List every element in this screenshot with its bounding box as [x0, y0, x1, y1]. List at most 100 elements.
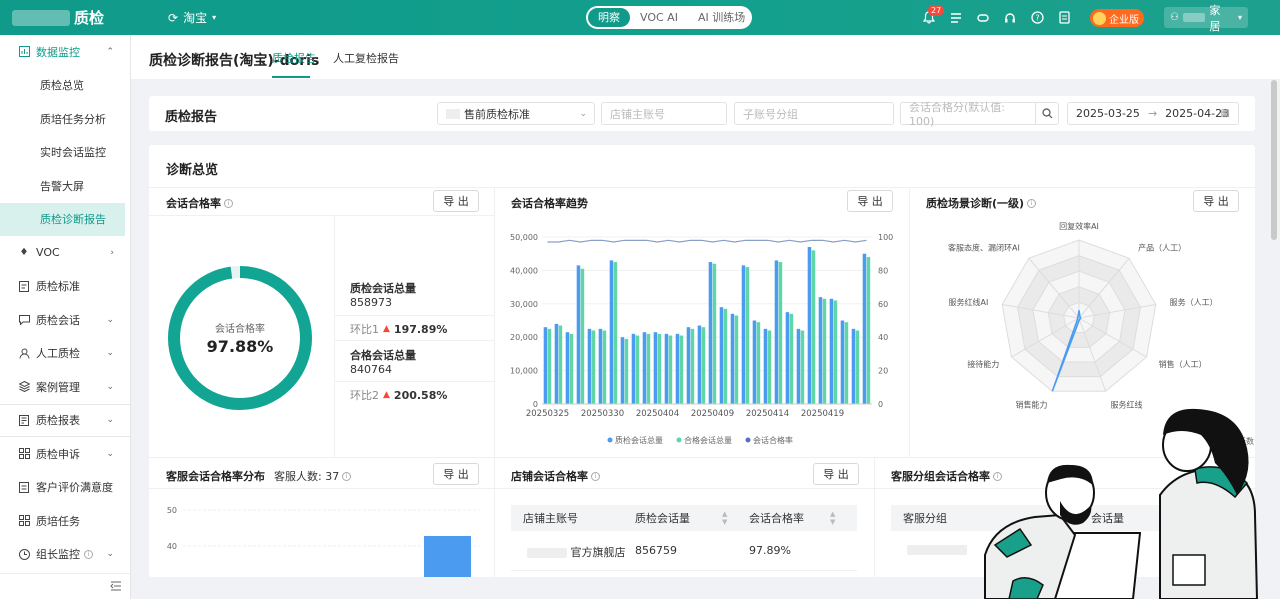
- sidebar-item-realtime-monitor[interactable]: 实时会话监控: [0, 136, 130, 170]
- tab-review-report[interactable]: 人工复检报告: [333, 50, 399, 66]
- bar-pass: [558, 325, 563, 404]
- divider: [494, 488, 874, 489]
- sort-icon[interactable]: ▲ ▼: [722, 510, 727, 526]
- sidebar-item-standard[interactable]: 质检标准: [0, 270, 130, 304]
- date-start: 2025-03-25: [1076, 107, 1140, 120]
- export-button[interactable]: 导 出: [813, 463, 859, 485]
- export-button[interactable]: 导 出: [433, 463, 479, 485]
- pass-score-input[interactable]: 会话合格分(默认值: 100): [900, 101, 1036, 128]
- info-icon[interactable]: i: [1027, 198, 1037, 208]
- bar-total: [620, 337, 625, 404]
- date-range-picker[interactable]: 2025-03-25 → 2025-04-23 ▦: [1067, 102, 1239, 125]
- app-logo[interactable]: 质检: [12, 0, 104, 35]
- sidebar-item-label: 人工质检: [36, 347, 80, 361]
- link-icon[interactable]: [976, 11, 990, 25]
- sidebar-item-voc[interactable]: ♦ VOC ›: [0, 236, 130, 270]
- pass-sessions-label: 合格会话总量: [350, 349, 416, 362]
- user-menu[interactable]: ⚇ 家居 ▾: [1164, 4, 1248, 33]
- y-right-tick-label: 40: [878, 333, 888, 342]
- sidebar-item-diagnosis-report[interactable]: 质检诊断报告: [0, 202, 125, 236]
- col-label: 会话合格率: [749, 512, 804, 525]
- col-session-count[interactable]: 质检会话量 ▲ ▼: [635, 510, 727, 526]
- help-icon[interactable]: ?: [1030, 11, 1044, 25]
- segment-voc-ai[interactable]: VOC AI: [630, 8, 688, 27]
- shop-account-input[interactable]: 店铺主账号: [601, 102, 727, 125]
- y-left-tick-label: 40,000: [510, 266, 538, 275]
- export-button[interactable]: 导 出: [433, 190, 479, 212]
- bar-total: [609, 260, 614, 404]
- sidebar-item-data-monitor[interactable]: 数据监控 ⌃: [0, 35, 130, 69]
- col-pass-rate[interactable]: 会话合格率 ▲ ▼: [749, 510, 835, 526]
- bar-pass: [668, 335, 673, 404]
- sidebar-item-overview[interactable]: 质检总览: [0, 69, 130, 103]
- shop-switcher[interactable]: ⟳ 淘宝 ▾: [168, 0, 216, 35]
- sidebar-item-manual-qc[interactable]: 人工质检 ⌄: [0, 337, 130, 371]
- top-icon-group: 27 ?: [922, 0, 1071, 35]
- bar-total: [851, 328, 856, 404]
- export-button[interactable]: 导 出: [847, 190, 893, 212]
- sidebar-item-leader-monitor[interactable]: 组长监控 i ⌄: [0, 538, 130, 572]
- legend-marker: [607, 437, 613, 443]
- y-left-tick-label: 0: [533, 400, 538, 409]
- col-shop-account[interactable]: 店铺主账号: [523, 510, 578, 526]
- bar-total: [653, 332, 658, 404]
- donut-label: 会话合格率: [215, 324, 265, 335]
- info-icon[interactable]: i: [342, 471, 352, 481]
- export-button[interactable]: 导 出: [1193, 190, 1239, 212]
- line-pass-rate: [547, 239, 867, 243]
- appeal-icon: [18, 448, 30, 460]
- sidebar-item-alert-screen[interactable]: 告警大屏: [0, 169, 130, 203]
- col-label: 质检会话量: [635, 512, 690, 525]
- enterprise-badge[interactable]: 企业版: [1090, 9, 1144, 27]
- chevron-down-icon: ⌄: [106, 549, 114, 560]
- headset-icon[interactable]: [1003, 11, 1017, 25]
- tab-qc-report[interactable]: 质检报告: [272, 50, 316, 66]
- segment-ai-training[interactable]: AI 训练场: [688, 8, 755, 27]
- product-switch: 明察 VOC AI AI 训练场: [586, 6, 752, 29]
- bar-pass: [811, 250, 816, 404]
- x-tick-label: 20250325: [526, 409, 569, 419]
- y-right-tick-label: 60: [878, 300, 888, 309]
- sub-account-group-input[interactable]: 子账号分组: [734, 102, 894, 125]
- shop-cell: 官方旗舰店: [527, 544, 626, 560]
- bar-total: [598, 328, 603, 404]
- collapse-menu-icon[interactable]: [110, 581, 122, 594]
- info-icon[interactable]: i: [224, 198, 233, 208]
- agent-dist-card-title: 客服会话合格率分布 客服人数: 37 i: [166, 468, 352, 484]
- bar-total: [840, 320, 845, 404]
- y-left-tick-label: 50,000: [510, 233, 538, 242]
- bar-total: [708, 262, 713, 404]
- sidebar-item-training-tasks[interactable]: 质培任务: [0, 504, 130, 538]
- y-left-tick-label: 10,000: [510, 367, 538, 376]
- info-icon[interactable]: i: [84, 549, 93, 559]
- info-icon[interactable]: i: [591, 471, 600, 481]
- standard-select[interactable]: 售前质检标准 ⌄: [437, 102, 595, 125]
- sidebar-item-satisfaction[interactable]: 客户评价满意度: [0, 471, 130, 505]
- search-button[interactable]: [1036, 102, 1059, 125]
- col-group[interactable]: 客服分组: [903, 510, 947, 526]
- top-bar: 质检 ⟳ 淘宝 ▾ 明察 VOC AI AI 训练场 27 ? 企业版 ⚇ 家居…: [0, 0, 1280, 35]
- page-scrollbar[interactable]: [1271, 80, 1277, 240]
- bar-total: [664, 333, 669, 404]
- document-icon[interactable]: [1057, 11, 1071, 25]
- sidebar-item-sessions[interactable]: 质检会话 ⌄: [0, 303, 130, 337]
- sidebar-item-training-analysis[interactable]: 质培任务分析: [0, 102, 130, 136]
- sidebar-item-reports[interactable]: 质检报表 ⌄: [0, 403, 130, 437]
- divider: [149, 187, 1255, 188]
- list-icon[interactable]: [949, 11, 963, 25]
- bar-pass: [734, 315, 739, 404]
- x-tick-label: 20250330: [581, 409, 624, 419]
- sidebar-item-appeals[interactable]: 质检申诉 ⌄: [0, 437, 130, 471]
- segment-mingcha[interactable]: 明察: [588, 8, 630, 27]
- sidebar-item-cases[interactable]: 案例管理 ⌄: [0, 370, 130, 404]
- sidebar-item-label: 组长监控: [36, 548, 80, 562]
- up-arrow-icon: ▲: [383, 324, 390, 334]
- sidebar-item-label: VOC: [36, 246, 60, 260]
- blurred-prefix: [446, 108, 460, 119]
- diamond-icon: ♦: [19, 247, 29, 259]
- shop-card-title: 店铺会话合格率 i: [511, 468, 600, 484]
- svg-text:?: ?: [1035, 14, 1039, 23]
- bell-icon[interactable]: 27: [922, 4, 945, 25]
- pass-score-placeholder: 会话合格分(默认值: 100): [909, 101, 1005, 128]
- sort-icon[interactable]: ▲ ▼: [830, 510, 835, 526]
